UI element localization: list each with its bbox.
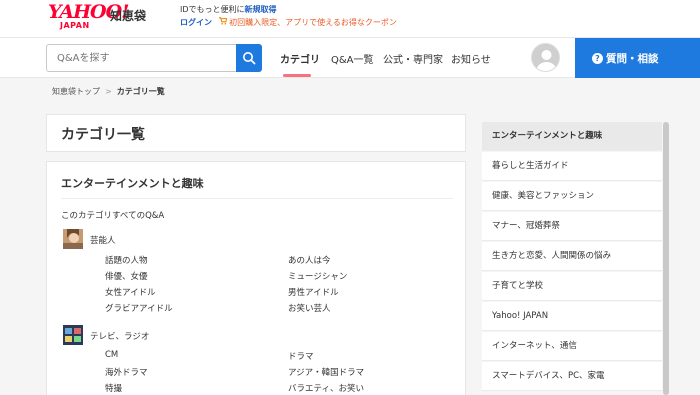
group-label-tv-radio[interactable]: テレビ、ラジオ bbox=[90, 330, 149, 342]
subcategory-link[interactable]: 特撮 bbox=[105, 382, 122, 394]
subcategory-link[interactable]: 女性アイドル bbox=[105, 286, 156, 298]
category-card: エンターテインメントと趣味 このカテゴリすべてのQ&A 芸能人 話題の人物 あの… bbox=[46, 161, 466, 395]
breadcrumb-current: カテゴリ一覧 bbox=[116, 87, 165, 96]
subcategory-link[interactable]: CM bbox=[105, 350, 118, 360]
subcategory-link[interactable]: アジア・韓国ドラマ bbox=[288, 366, 364, 378]
subcategory-link[interactable]: バラエティ、お笑い bbox=[288, 382, 364, 394]
yahoo-japan-logo[interactable]: YAHOO! JAPAN bbox=[48, 1, 129, 30]
active-tab-indicator bbox=[283, 74, 311, 77]
avatar[interactable] bbox=[531, 43, 560, 72]
divider bbox=[61, 198, 453, 199]
cart-icon bbox=[218, 17, 230, 27]
search-input[interactable] bbox=[46, 44, 236, 72]
subcategory-link[interactable]: ミュージシャン bbox=[288, 270, 347, 282]
page-title: カテゴリ一覧 bbox=[61, 127, 145, 143]
sidebar-item-childcare-school[interactable]: 子育てと学校 bbox=[482, 272, 662, 301]
page-title-card: カテゴリ一覧 bbox=[46, 114, 466, 152]
category-sidebar: エンターテインメントと趣味 暮らしと生活ガイド 健康、美容とファッション マナー… bbox=[482, 122, 662, 395]
login-row: ログイン 初回購入限定、アプリで使えるお得なクーポン bbox=[180, 17, 397, 28]
all-qa-link[interactable]: このカテゴリすべてのQ&A bbox=[61, 209, 164, 221]
search-icon bbox=[243, 52, 256, 65]
tv-photo-icon bbox=[63, 325, 83, 345]
breadcrumb-home[interactable]: 知恵袋トップ bbox=[52, 87, 100, 96]
tab-qa-list[interactable]: Q&A一覧 bbox=[331, 51, 374, 66]
group-label-celebrity[interactable]: 芸能人 bbox=[90, 234, 116, 246]
breadcrumb: 知恵袋トップ > カテゴリ一覧 bbox=[52, 86, 165, 97]
sidebar-item-health-beauty[interactable]: 健康、美容とファッション bbox=[482, 182, 662, 211]
subcategory-link[interactable]: ドラマ bbox=[288, 350, 314, 362]
top-header: YAHOO! JAPAN 知恵袋 IDでもっと便利に新規取得 ログイン 初回購入… bbox=[0, 0, 700, 37]
subcategory-link[interactable]: あの人は今 bbox=[288, 254, 331, 266]
subcategory-link[interactable]: 男性アイドル bbox=[288, 286, 339, 298]
id-promo: IDでもっと便利に新規取得 bbox=[180, 4, 277, 15]
sidebar-item-smart-devices[interactable]: スマートデバイス、PC、家電 bbox=[482, 362, 662, 391]
sidebar-item-internet[interactable]: インターネット、通信 bbox=[482, 332, 662, 361]
logo-wordmark: YAHOO! bbox=[48, 1, 129, 23]
sidebar-item-entertainment[interactable]: エンターテインメントと趣味 bbox=[482, 122, 662, 151]
sidebar-item-yahoo-japan[interactable]: Yahoo! JAPAN bbox=[482, 302, 662, 331]
search-button[interactable] bbox=[236, 44, 262, 72]
subcategory-link[interactable]: グラビアアイドル bbox=[105, 302, 173, 314]
sidebar-item-life-relationships[interactable]: 生き方と恋愛、人間関係の悩み bbox=[482, 242, 662, 271]
ask-question-button[interactable]: ? 質問・相談 bbox=[575, 38, 700, 78]
ask-question-label: 質問・相談 bbox=[606, 53, 659, 65]
site-name[interactable]: 知恵袋 bbox=[110, 7, 146, 24]
user-icon bbox=[536, 50, 557, 71]
celebrity-photo-icon bbox=[63, 229, 83, 249]
id-promo-text: IDでもっと便利に bbox=[180, 5, 245, 14]
tab-category[interactable]: カテゴリ bbox=[280, 51, 320, 66]
tab-news[interactable]: お知らせ bbox=[451, 51, 491, 66]
tab-official-experts[interactable]: 公式・専門家 bbox=[383, 51, 443, 66]
category-section-title: エンターテインメントと趣味 bbox=[61, 177, 204, 190]
subcategory-link[interactable]: お笑い芸人 bbox=[288, 302, 331, 314]
question-icon: ? bbox=[592, 53, 603, 64]
logo-sub-wordmark: JAPAN bbox=[60, 21, 90, 30]
breadcrumb-separator: > bbox=[105, 87, 112, 96]
coupon-link[interactable]: 初回購入限定、アプリで使えるお得なクーポン bbox=[229, 18, 397, 27]
subcategory-link[interactable]: 俳優、女優 bbox=[105, 270, 148, 282]
scrollbar-thumb[interactable] bbox=[663, 122, 669, 395]
register-link[interactable]: 新規取得 bbox=[245, 5, 277, 14]
nav-bar: カテゴリ Q&A一覧 公式・専門家 お知らせ ? 質問・相談 bbox=[0, 37, 700, 78]
sidebar-item-manners[interactable]: マナー、冠婚葬祭 bbox=[482, 212, 662, 241]
sidebar-scrollbar[interactable] bbox=[663, 122, 669, 395]
sidebar-item-living[interactable]: 暮らしと生活ガイド bbox=[482, 152, 662, 181]
subcategory-link[interactable]: 海外ドラマ bbox=[105, 366, 148, 378]
login-link[interactable]: ログイン bbox=[180, 18, 212, 27]
subcategory-link[interactable]: 話題の人物 bbox=[105, 254, 148, 266]
